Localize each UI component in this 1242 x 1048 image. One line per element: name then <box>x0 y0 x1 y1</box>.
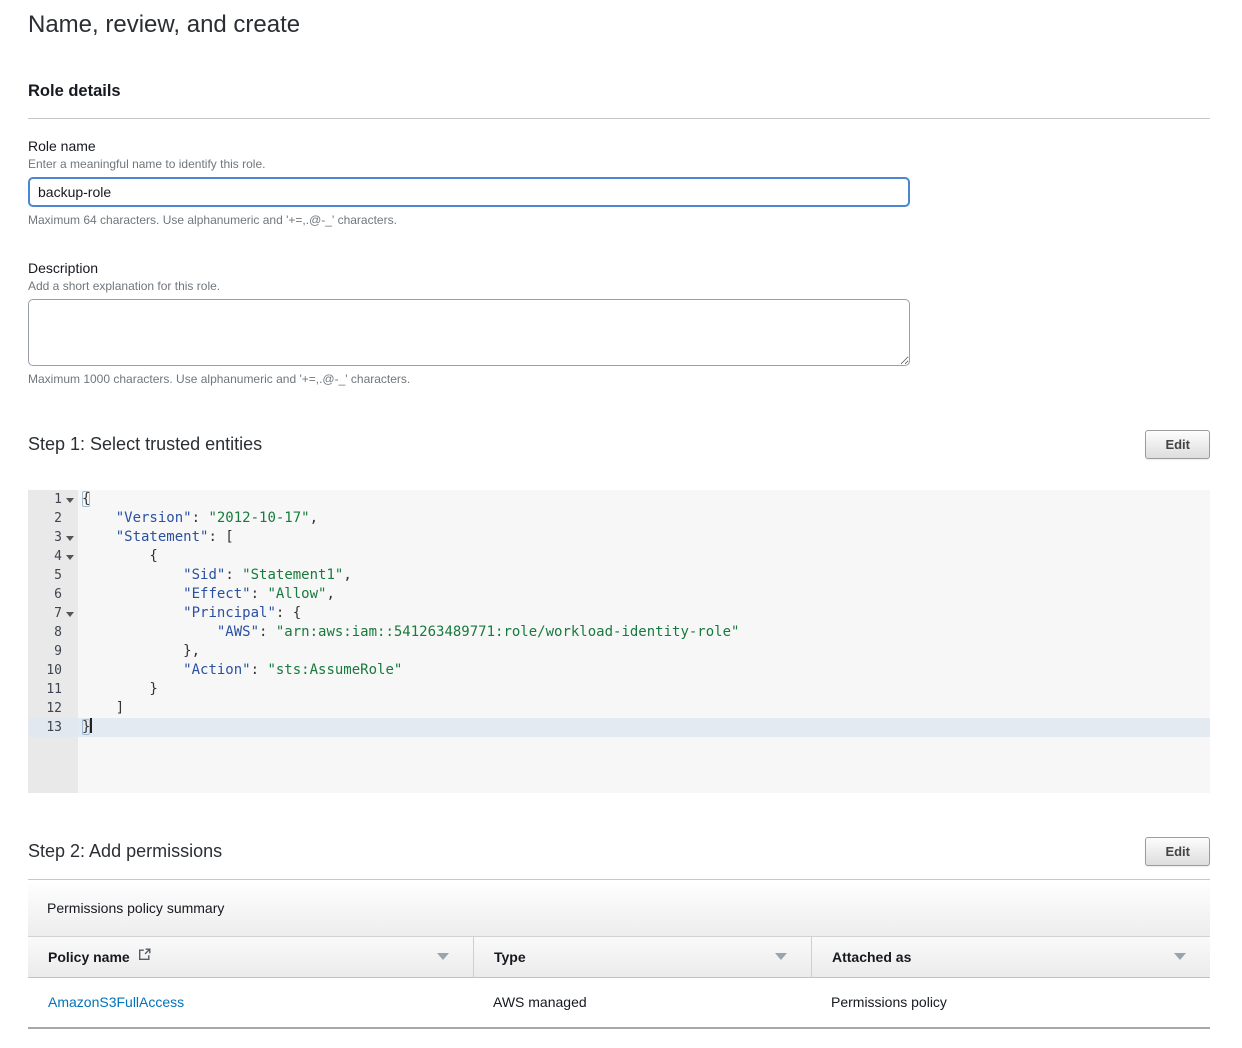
column-header-attached-as[interactable]: Attached as <box>811 937 1210 977</box>
name-review-create-page: Name, review, and create Role details Ro… <box>0 11 1242 1029</box>
column-header-policy-name[interactable]: Policy name <box>28 937 473 977</box>
type-sort-icon[interactable] <box>775 953 787 960</box>
fold-arrow-icon[interactable] <box>66 555 74 560</box>
gutter-line: 4 <box>28 547 78 566</box>
gutter-line: 10 <box>28 661 78 680</box>
gutter-line: 7 <box>28 604 78 623</box>
policy-name-sort-icon[interactable] <box>437 953 449 960</box>
editor-gutter: 12345678910111213 <box>28 490 78 793</box>
code-line[interactable]: "Action": "sts:AssumeRole" <box>78 661 1210 680</box>
code-line[interactable]: "Statement": [ <box>78 528 1210 547</box>
fold-arrow-icon[interactable] <box>66 498 74 503</box>
gutter-line: 3 <box>28 528 78 547</box>
policy-name-link[interactable]: AmazonS3FullAccess <box>28 994 473 1010</box>
permissions-table-header: Policy name Type Attached as <box>28 937 1210 978</box>
attached-as-cell: Permissions policy <box>811 994 1210 1010</box>
section-divider <box>28 118 1210 119</box>
table-row: AmazonS3FullAccess AWS managed Permissio… <box>28 978 1210 1029</box>
trust-policy-editor[interactable]: 12345678910111213 { "Version": "2012-10-… <box>28 490 1210 793</box>
code-line[interactable]: "Sid": "Statement1", <box>78 566 1210 585</box>
gutter-line: 11 <box>28 680 78 699</box>
description-hint: Add a short explanation for this role. <box>28 279 1210 293</box>
external-link-icon <box>138 948 151 966</box>
role-name-field: Role name Enter a meaningful name to ide… <box>28 138 1210 227</box>
role-name-label: Role name <box>28 138 1210 154</box>
editor-code-area[interactable]: { "Version": "2012-10-17", "Statement": … <box>78 490 1210 793</box>
attached-as-sort-icon[interactable] <box>1174 953 1186 960</box>
description-label: Description <box>28 260 1210 276</box>
role-name-constraint: Maximum 64 characters. Use alphanumeric … <box>28 213 1210 227</box>
permissions-summary-panel: Permissions policy summary Policy name T… <box>28 879 1210 1029</box>
step1-heading: Step 1: Select trusted entities <box>28 434 262 455</box>
step2-header: Step 2: Add permissions Edit <box>28 837 1210 866</box>
edit-permissions-button[interactable]: Edit <box>1145 837 1210 866</box>
code-line[interactable]: { <box>78 490 1210 509</box>
gutter-line: 8 <box>28 623 78 642</box>
code-line[interactable]: "AWS": "arn:aws:iam::541263489771:role/w… <box>78 623 1210 642</box>
role-name-input[interactable] <box>28 177 910 207</box>
column-header-type[interactable]: Type <box>473 937 811 977</box>
policy-type-cell: AWS managed <box>473 994 811 1010</box>
fold-arrow-icon[interactable] <box>66 536 74 541</box>
step1-header: Step 1: Select trusted entities Edit <box>28 430 1210 459</box>
fold-arrow-icon[interactable] <box>66 612 74 617</box>
gutter-line: 13 <box>28 718 78 737</box>
description-textarea[interactable] <box>28 299 910 366</box>
text-cursor <box>90 718 92 733</box>
role-details-heading: Role details <box>28 82 1210 101</box>
gutter-line: 9 <box>28 642 78 661</box>
description-constraint: Maximum 1000 characters. Use alphanumeri… <box>28 372 1210 386</box>
code-line[interactable]: "Version": "2012-10-17", <box>78 509 1210 528</box>
step2-heading: Step 2: Add permissions <box>28 841 222 862</box>
code-line[interactable]: "Principal": { <box>78 604 1210 623</box>
description-field: Description Add a short explanation for … <box>28 260 1210 386</box>
gutter-line: 5 <box>28 566 78 585</box>
permissions-panel-title: Permissions policy summary <box>28 880 1210 937</box>
code-line[interactable]: } <box>78 718 1210 737</box>
edit-trusted-entities-button[interactable]: Edit <box>1145 430 1210 459</box>
page-title: Name, review, and create <box>28 11 1210 39</box>
gutter-line: 1 <box>28 490 78 509</box>
gutter-line: 2 <box>28 509 78 528</box>
code-line[interactable]: } <box>78 680 1210 699</box>
gutter-line: 12 <box>28 699 78 718</box>
code-line[interactable]: { <box>78 547 1210 566</box>
code-line[interactable]: }, <box>78 642 1210 661</box>
role-name-hint: Enter a meaningful name to identify this… <box>28 157 1210 171</box>
code-line[interactable]: ] <box>78 699 1210 718</box>
gutter-line: 6 <box>28 585 78 604</box>
code-line[interactable]: "Effect": "Allow", <box>78 585 1210 604</box>
